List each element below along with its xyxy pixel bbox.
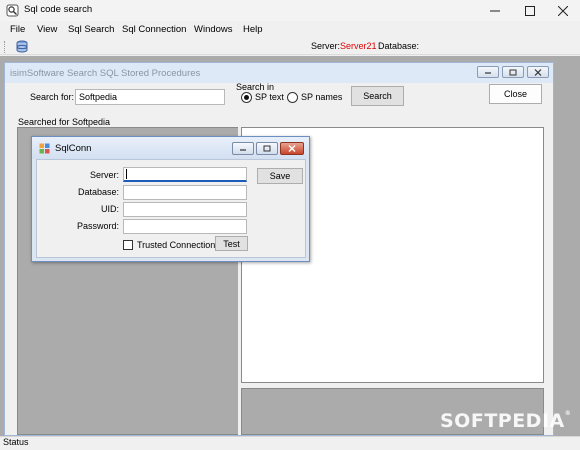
window-title: Sql code search [24,4,93,15]
sqlconn-app-icon [39,143,50,154]
close-button[interactable]: Close [489,84,542,104]
toolbar [0,39,580,55]
sqlconn-body: Server: Database: UID: Password: Save Tr… [36,159,306,258]
sqlconn-title: SqlConn [55,143,92,154]
radio-sp-names-label[interactable]: SP names [301,92,342,102]
menu-help[interactable]: Help [243,24,263,35]
trusted-connection-label[interactable]: Trusted Connection [137,240,215,250]
menu-windows[interactable]: Windows [194,24,233,35]
uid-label: UID: [101,204,119,214]
uid-field[interactable] [123,202,247,217]
search-window-title: isimSoftware Search SQL Stored Procedure… [10,68,201,79]
maximize-icon [525,5,535,16]
password-field[interactable] [123,219,247,234]
minimize-icon [240,148,246,151]
watermark-mark: ® [564,410,572,417]
minimize-icon [485,72,491,74]
searched-for-label: Searched for Softpedia [18,117,111,127]
app-icon [6,4,19,17]
sqlconn-restore-button[interactable] [256,142,278,155]
status-bar [0,436,580,450]
toolbar-grip[interactable] [4,41,6,53]
database-field[interactable] [123,185,247,200]
child-restore-button[interactable] [502,66,524,78]
database-connect-icon[interactable] [14,40,30,54]
maximize-button[interactable] [513,0,547,21]
radio-sp-names[interactable] [287,92,298,103]
menu-sql-search[interactable]: Sql Search [68,24,114,35]
watermark-text: SOFTPEDIA [440,410,565,432]
minimize-icon [490,10,500,11]
radio-sp-text[interactable] [241,92,252,103]
text-caret [126,169,127,179]
database-label: Database: [77,187,119,197]
menu-file[interactable]: File [10,24,25,35]
server-label: Server: [89,170,119,180]
database-caption: Database: [378,41,420,51]
password-label: Password: [76,221,119,231]
status-text: Status [3,437,29,447]
search-input[interactable] [75,89,225,105]
close-icon [534,68,542,76]
sqlconn-close-button[interactable] [280,142,304,155]
trusted-connection-checkbox[interactable] [123,240,133,250]
close-icon [558,5,568,16]
server-caption: Server: [311,41,341,51]
restore-icon [263,145,271,152]
search-for-label: Search for: [30,92,75,102]
child-minimize-button[interactable] [477,66,499,78]
radio-sp-text-label[interactable]: SP text [255,92,284,102]
search-button[interactable]: Search [351,86,404,106]
minimize-button[interactable] [478,0,512,21]
test-button[interactable]: Test [215,236,248,251]
sqlconn-minimize-button[interactable] [232,142,254,155]
close-icon [288,145,296,152]
restore-icon [509,69,517,75]
menu-sql-connection[interactable]: Sql Connection [122,24,186,35]
child-close-button[interactable] [527,66,549,78]
sqlconn-dialog: SqlConn Server: Database: UID: Password:… [31,136,310,262]
server-field[interactable] [123,167,247,182]
close-window-button[interactable] [546,0,580,21]
menu-view[interactable]: View [37,24,57,35]
server-value: Server21 [340,41,377,51]
search-in-label: Search in [236,82,275,92]
radio-selected-dot [244,95,249,100]
save-button[interactable]: Save [257,168,303,184]
softpedia-watermark: SOFTPEDIA® [440,410,571,432]
